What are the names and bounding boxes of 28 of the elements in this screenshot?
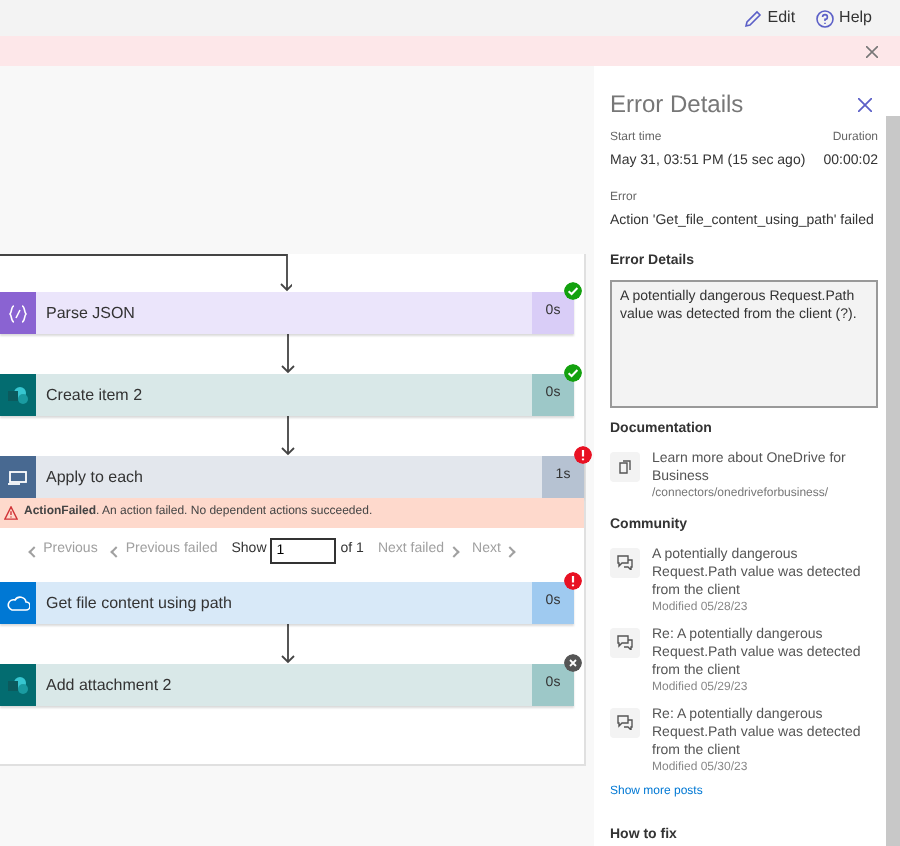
help-icon: [815, 9, 834, 27]
chevron-left-icon: [27, 545, 39, 557]
action-name: Apply to each: [44, 465, 145, 489]
cloud-icon: [6, 595, 30, 611]
connector-arrow: [279, 416, 295, 456]
edit-button[interactable]: Edit: [743, 6, 796, 30]
action-name: Get file content using path: [44, 591, 234, 615]
chat-icon: [616, 554, 634, 570]
loop-icon: [8, 469, 28, 485]
document-icon: [618, 460, 632, 474]
action-name: Create item 2: [44, 383, 145, 407]
chevron-right-icon: [448, 545, 460, 557]
chat-icon: [616, 634, 634, 650]
close-icon[interactable]: [866, 45, 878, 57]
chat-icon: [616, 714, 634, 730]
action-name: Add attachment 2: [44, 673, 174, 697]
scrollbar[interactable]: [886, 116, 900, 846]
warning-icon: [4, 506, 18, 520]
chevron-left-icon: [109, 545, 122, 557]
help-button[interactable]: Help: [815, 6, 872, 30]
panel-title: Error Details: [610, 88, 744, 122]
action-name: Parse JSON: [44, 301, 137, 325]
connector-arrow: [279, 334, 295, 374]
connector-arrow: [279, 624, 295, 664]
pencil-icon: [743, 9, 762, 27]
braces-icon: [8, 303, 28, 323]
chevron-right-icon: [505, 545, 517, 557]
close-icon[interactable]: [858, 97, 872, 111]
